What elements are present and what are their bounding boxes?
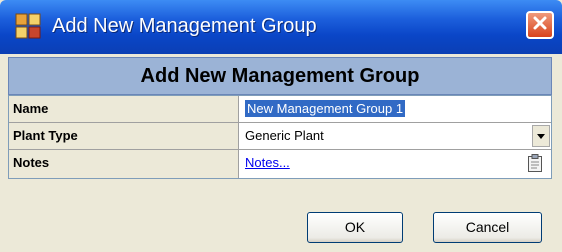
plant-type-label: Plant Type [9, 123, 239, 149]
window-title: Add New Management Group [52, 15, 317, 37]
cancel-button[interactable]: Cancel [433, 212, 542, 243]
plant-type-row: Plant Type Generic Plant [9, 123, 551, 150]
dialog-body: Add New Management Group Name New Manage… [5, 54, 555, 246]
notes-link[interactable]: Notes... [245, 155, 290, 170]
close-icon [532, 15, 548, 36]
close-button[interactable] [526, 11, 554, 39]
notes-label: Notes [9, 150, 239, 178]
property-grid: Name New Management Group 1 Plant Type G… [8, 95, 552, 179]
notes-cell: Notes... [239, 150, 551, 178]
form-header: Add New Management Group [8, 57, 552, 95]
plant-type-value[interactable]: Generic Plant [245, 128, 324, 143]
dialog-window: Add New Management Group Add New Managem… [0, 0, 562, 252]
notepad-icon[interactable] [527, 154, 543, 172]
notes-row: Notes Notes... [9, 150, 551, 178]
name-label: Name [9, 96, 239, 122]
title-bar[interactable]: Add New Management Group [0, 0, 562, 54]
name-field[interactable]: New Management Group 1 [239, 96, 551, 122]
chevron-down-icon [537, 123, 545, 149]
app-group-icon [15, 13, 41, 39]
plant-type-select[interactable]: Generic Plant [239, 123, 551, 149]
name-row: Name New Management Group 1 [9, 96, 551, 123]
ok-button[interactable]: OK [307, 212, 403, 243]
plant-type-dropdown-button[interactable] [532, 125, 550, 147]
name-field-value[interactable]: New Management Group 1 [245, 100, 406, 117]
